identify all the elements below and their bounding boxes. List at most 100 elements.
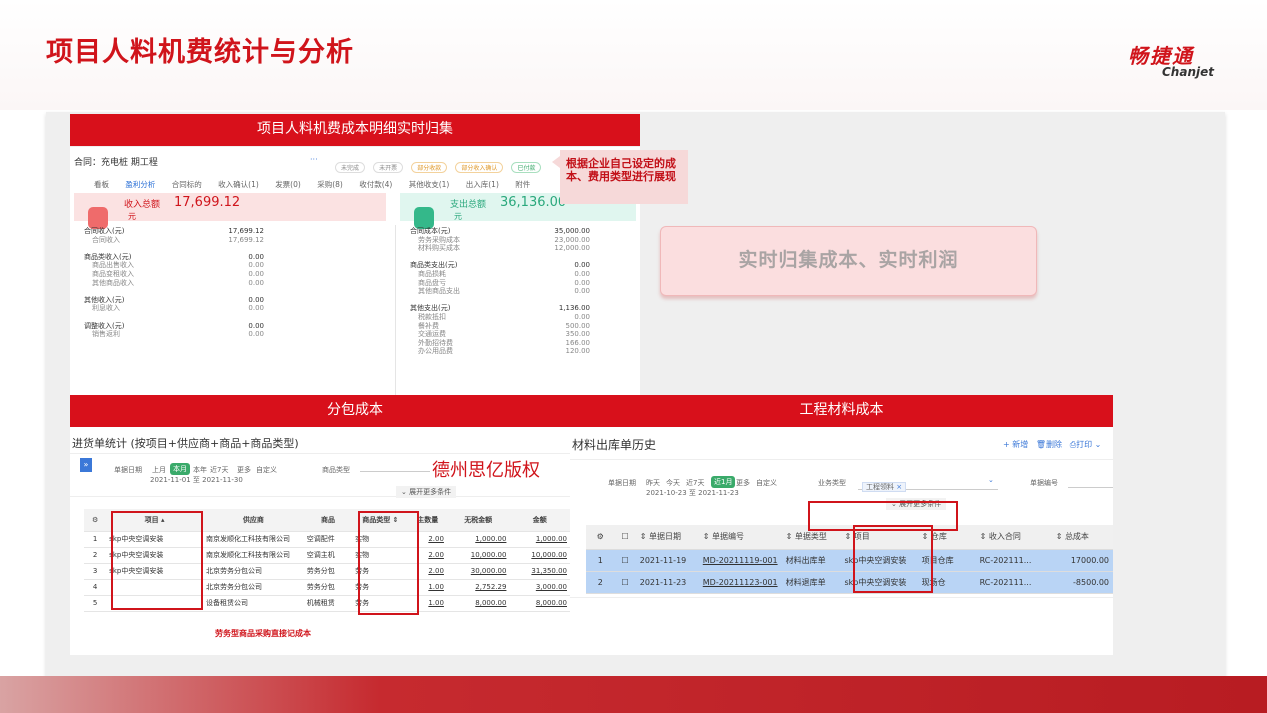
type-input[interactable]: [360, 471, 430, 472]
date-option[interactable]: 自定义: [256, 465, 277, 475]
breakdown-row: 其他支出(元) 1,136.00: [410, 304, 590, 313]
breakdown-label: 材料购买成本: [418, 244, 460, 253]
breakdown-label: 商品变租收入: [92, 269, 134, 278]
top-panel: 合同：充电桩 期工程 ··· 未完成 未开票 部分收款 部分收入确认 已付款 看…: [70, 147, 640, 395]
status-badge: 部分收入确认: [455, 162, 504, 173]
breakdown-label: 其他商品收入: [92, 278, 134, 287]
breakdown-value: 166.00: [565, 338, 591, 347]
breakdown-row: [84, 313, 264, 322]
breakdown-value: 0.00: [248, 269, 264, 278]
column-header-date[interactable]: ⇕ 单据日期: [635, 525, 699, 550]
table-cell: RC-202111...: [975, 571, 1052, 594]
tab-attachments[interactable]: 附件: [515, 179, 530, 190]
tab-income[interactable]: 收入确认(1): [218, 179, 259, 190]
print-button[interactable]: ⎙打印 ⌄: [1070, 440, 1102, 449]
breakdown-value: 500.00: [565, 321, 591, 330]
row-checkbox[interactable]: ☐: [614, 549, 636, 572]
table-cell: 南京发顺化工科技有限公司: [202, 531, 304, 548]
breakdown-label: 商品损耗: [418, 269, 446, 278]
collapse-icon[interactable]: »: [80, 458, 92, 472]
bottom-band: [0, 676, 1267, 713]
date-range: 2021-10-23 至 2021-11-23: [646, 489, 739, 497]
biz-type-select[interactable]: 工程领料 ×: [858, 474, 998, 492]
date-option[interactable]: 更多: [237, 465, 251, 475]
date-option[interactable]: 上月: [152, 465, 166, 475]
tab-stock[interactable]: 出入库(1): [466, 179, 499, 190]
tab-payments[interactable]: 收付款(4): [359, 179, 392, 190]
date-option[interactable]: 今天: [666, 478, 680, 488]
breakdown-row: 商品盘亏 0.00: [410, 279, 590, 288]
breakdown-label: 利息收入: [92, 304, 120, 313]
status-pills: 未完成 未开票 部分收款 部分收入确认 已付款: [332, 155, 542, 174]
row-checkbox[interactable]: ☐: [614, 571, 636, 594]
date-option[interactable]: 近7天: [686, 478, 704, 488]
tab-invoice[interactable]: 发票(0): [275, 179, 301, 190]
toolbar: + 新增 🗑删除 ⎙打印 ⌄: [1003, 439, 1101, 450]
expense-label: 支出总额: [450, 200, 487, 210]
table-cell: 3,000.00: [509, 579, 570, 596]
tab-dashboard[interactable]: 看板: [94, 179, 109, 190]
mat-panel: 材料出库单历史 + 新增 🗑删除 ⎙打印 ⌄ 单据日期 昨天 今天 近7天 近1…: [570, 427, 1113, 655]
table-empty-area: [570, 597, 1113, 655]
page-title: 项目人料机费统计与分析: [46, 37, 354, 68]
date-option[interactable]: 更多: [736, 478, 750, 488]
watermark: 德州思亿版权: [432, 460, 540, 481]
table-cell: 17000.00: [1051, 549, 1113, 572]
table-cell: 8,000.00: [446, 595, 510, 612]
table-row[interactable]: 2 ☐ 2021-11-23 MD-20211123-001 材料退库单 skp中央空调安…: [586, 571, 1113, 594]
tab-other[interactable]: 其他收支(1): [409, 179, 450, 190]
more-button[interactable]: ···: [310, 155, 318, 164]
table-cell: 材料退库单: [781, 571, 841, 594]
date-range: 2021-11-01 至 2021-11-30: [150, 476, 243, 484]
breakdown-value: 0.00: [248, 252, 264, 261]
breakdown-label: 合同收入: [92, 235, 120, 244]
doc-no-input[interactable]: [1068, 487, 1113, 488]
breakdown-row: 材料购买成本 12,000.00: [410, 244, 590, 253]
sub-panel-header: 分包成本: [70, 395, 640, 427]
income-summary: 收入总额 17,699.12 元: [74, 193, 386, 229]
date-option[interactable]: 本年: [193, 465, 207, 475]
column-header-net-amount[interactable]: 无税金额: [446, 509, 510, 532]
table-row[interactable]: 1 ☐ 2021-11-19 MD-20211119-001 材料出库单 skp中央空调安…: [586, 549, 1113, 572]
date-option[interactable]: 近7天: [210, 465, 228, 475]
column-header-gear[interactable]: ⚙: [84, 509, 107, 532]
add-button[interactable]: + 新增: [1003, 440, 1028, 449]
chevron-down-icon[interactable]: ⌄: [988, 476, 994, 484]
column-header-amount[interactable]: 金额: [509, 509, 570, 532]
column-header-doc-no[interactable]: ⇕ 单据编号: [698, 525, 782, 550]
table-cell: 4: [84, 579, 107, 596]
breakdown-row: 劳务采购成本 23,000.00: [410, 236, 590, 245]
date-option[interactable]: 自定义: [756, 478, 777, 488]
table-cell: 10,000.00: [446, 547, 510, 564]
date-option[interactable]: 昨天: [646, 478, 660, 488]
breakdown-row: 合同收入 17,699.12: [84, 236, 264, 245]
date-option-selected[interactable]: 近1月: [711, 476, 736, 488]
tag-close-icon[interactable]: ×: [896, 483, 902, 491]
column-header-contract[interactable]: ⇕ 收入合同: [975, 525, 1052, 550]
chanjet-logo: 畅捷通 Chanjet: [1128, 46, 1214, 79]
tab-purchase[interactable]: 采购(8): [317, 179, 343, 190]
slide: 项目人料机费统计与分析 畅捷通 Chanjet 项目人料机费成本明细实时归集 合…: [0, 0, 1267, 713]
column-header-supplier[interactable]: 供应商: [202, 509, 304, 532]
table-cell: 1: [586, 549, 615, 572]
date-label: 单据日期: [608, 479, 636, 487]
income-label: 收入总额: [124, 200, 161, 210]
column-header-goods[interactable]: 商品: [303, 509, 353, 532]
tab-contract[interactable]: 合同标的: [172, 179, 202, 190]
column-header-select[interactable]: ☐: [614, 525, 636, 550]
breakdown-label: 餐补费: [418, 321, 439, 330]
status-badge: 部分收款: [411, 162, 448, 173]
mat-panel-title: 材料出库单历史: [572, 438, 657, 452]
breakdown-value: 0.00: [248, 295, 264, 304]
breakdown-value: 0.00: [248, 304, 264, 313]
table-cell: 机械租赁: [303, 595, 353, 612]
expand-conditions-button[interactable]: ⌄ 展开更多条件: [396, 486, 457, 498]
delete-button[interactable]: 🗑删除: [1036, 440, 1062, 449]
column-header-total-cost[interactable]: ⇕ 总成本: [1051, 525, 1113, 550]
doc-no-label: 单据编号: [1030, 479, 1058, 487]
callout-box: 实时归集成本、实时利润: [660, 226, 1037, 296]
date-option-selected[interactable]: 本月: [170, 463, 190, 475]
logo-cn: 畅捷通: [1128, 44, 1194, 68]
column-header-gear[interactable]: ⚙: [586, 525, 615, 550]
breakdown-value: 0.00: [248, 261, 264, 270]
